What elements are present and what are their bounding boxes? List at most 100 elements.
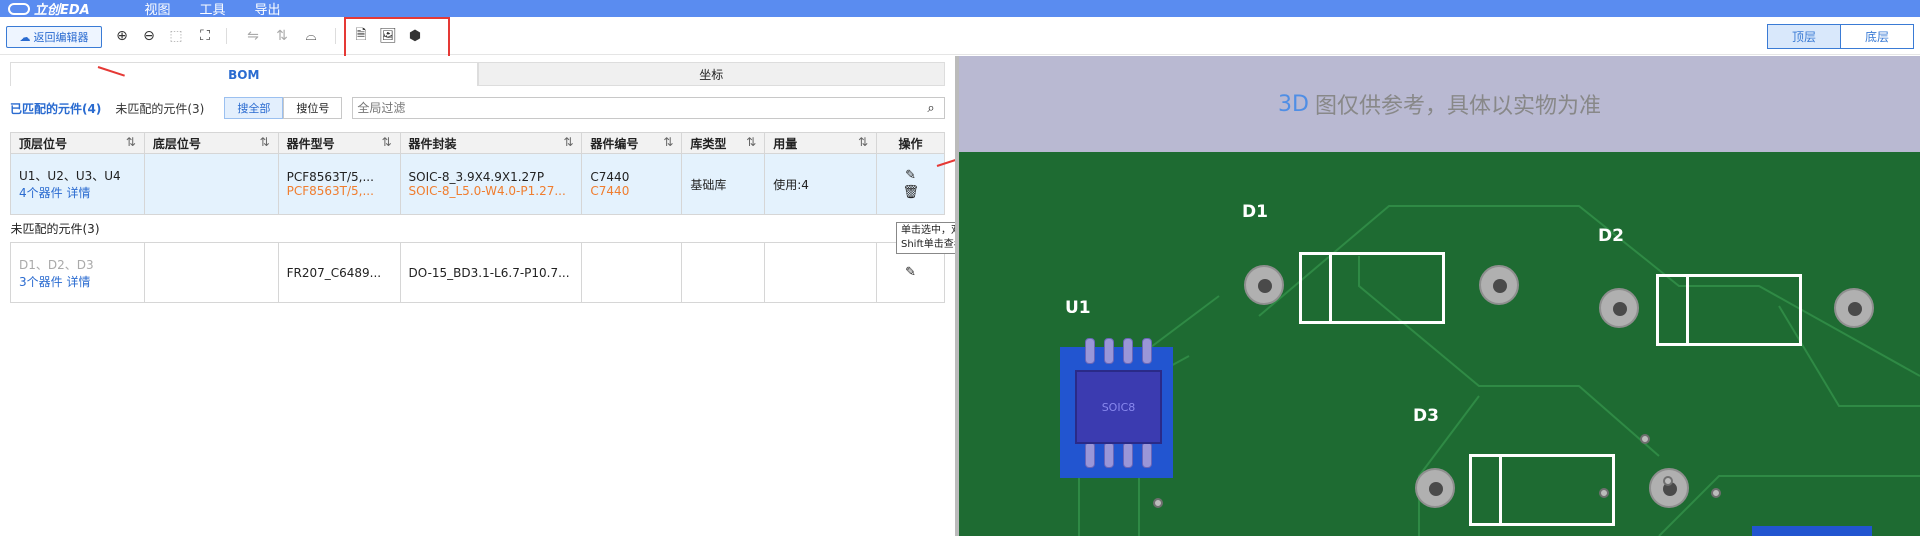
tab-bom[interactable]: BOM [10,62,478,86]
col-top-designator[interactable]: 顶层位号 ⇅ [10,132,145,154]
chip-pin [1123,338,1133,364]
sort-icon[interactable]: ⇅ [563,135,573,149]
sort-icon[interactable]: ⇅ [381,135,391,149]
banner-3d-label: 3D [1278,91,1309,117]
trash-icon[interactable]: 🗑 [903,185,920,200]
detail-link[interactable]: 详情 [66,275,90,289]
panel-tabs: BOM 坐标 [10,62,945,86]
package: DO-15_BD3.1-L6.7-P10.7... [399,242,583,303]
chip-pin [1123,442,1133,468]
package: SOIC-8_3.9X4.9X1.27P [408,170,545,184]
chip-pin [1104,338,1114,364]
part-number: C7440 [590,170,630,184]
detail-link[interactable]: 详情 [66,186,90,200]
sort-icon[interactable]: ⇅ [746,135,756,149]
silk-label-d3: D3 [1413,406,1439,426]
search-designator-button[interactable]: 搜位号 [283,97,343,119]
global-filter: ⌕ [352,97,945,119]
fit-selection-icon[interactable]: ⬚ [167,27,185,45]
sort-icon[interactable]: ⇅ [260,135,270,149]
col-package[interactable]: 器件封装 ⇅ [399,132,583,154]
pad [1479,265,1519,305]
silk-label-d1: D1 [1242,202,1268,222]
edit-icon[interactable]: ✎ [903,265,919,280]
zoom-out-icon[interactable]: ⊖ [140,27,158,45]
reset-view-icon[interactable]: ⌓ [302,27,320,45]
top-layer-button[interactable]: 顶层 [1768,25,1841,48]
top-designator: D1、D2、D3 [19,257,94,272]
via [1711,488,1721,498]
col-actions: 操作 [876,132,945,154]
library-type: 基础库 [681,153,766,215]
table-row[interactable]: D1、D2、D3 3个器件 详情 FR207_C6489... DO-15_BD… [10,242,945,303]
table-header: 顶层位号 ⇅ 底层位号 ⇅ 器件型号 ⇅ 器件封装 ⇅ 器件编号 ⇅ 库类型 ⇅ 用量 ⇅ 操… [10,132,945,154]
bottom-designator [143,153,279,215]
diode-d2-outline [1656,274,1802,346]
chip-pin [1085,338,1095,364]
model: PCF8563T/5,... [286,170,374,184]
menu-view[interactable]: 视图 [130,0,185,18]
chip-pin [1104,442,1114,468]
chip-partial-footprint [1752,526,1872,536]
menu-export[interactable]: 导出 [240,0,295,18]
menu-tools[interactable]: 工具 [185,0,240,18]
flip-horizontal-icon[interactable]: ⇋ [244,27,262,45]
col-model[interactable]: 器件型号 ⇅ [277,132,401,154]
layer-view-toggle: 顶层 底层 [1767,24,1914,49]
matched-filter[interactable]: 已匹配的元件(4) [10,100,101,117]
pad [1834,288,1874,328]
bom-panel: BOM 坐标 已匹配的元件(4) 未匹配的元件(3) 搜全部 搜位号 ⌕ 顶层位… [0,56,955,536]
chip-pin [1142,338,1152,364]
via [1640,434,1650,444]
pad [1649,468,1689,508]
col-part-number[interactable]: 器件编号 ⇅ [581,132,683,154]
diode-d3-outline [1469,454,1615,526]
model-alt: PCF8563T/5,... [286,184,374,198]
toolbar: ☁ 返回编辑器 ⊕ ⊖ ⬚ ⛶ ⇋ ⇅ ⌓ 🗎 🖼 ⬢ 顶层 底层 [0,17,1920,61]
cloud-icon: ☁ [19,30,31,44]
pad [1244,265,1284,305]
menu-bar: 立创EDA 视图 工具 导出 [0,0,1920,18]
app-logo: 立创EDA [0,0,130,18]
via [1663,476,1673,486]
col-bottom-designator[interactable]: 底层位号 ⇅ [143,132,279,154]
silk-label-u1: U1 [1065,298,1091,318]
diode-d1-outline [1299,252,1445,324]
pad [1415,468,1455,508]
back-to-editor-button[interactable]: ☁ 返回编辑器 [6,26,102,48]
section-row: 未匹配的元件(3) [10,214,945,243]
usage: 使用:4 [764,153,878,215]
search-icon[interactable]: ⌕ [922,99,940,117]
filter-bar: 已匹配的元件(4) 未匹配的元件(3) 搜全部 搜位号 ⌕ [10,96,945,120]
via [1153,498,1163,508]
flip-vertical-icon[interactable]: ⇅ [273,27,291,45]
zoom-in-icon[interactable]: ⊕ [113,27,131,45]
top-designator: U1、U2、U3、U4 [19,169,121,183]
sort-icon[interactable]: ⇅ [858,135,868,149]
sort-icon[interactable]: ⇅ [663,135,673,149]
app-name: 立创EDA [34,3,90,18]
col-library-type[interactable]: 库类型 ⇅ [681,132,766,154]
fit-all-icon[interactable]: ⛶ [196,27,214,45]
silk-label-d2: D2 [1598,226,1624,246]
package-alt: SOIC-8_L5.0-W4.0-P1.27... [408,184,566,198]
unmatched-filter[interactable]: 未匹配的元件(3) [115,100,204,117]
cloud-logo-icon [8,2,30,15]
global-filter-input[interactable] [353,101,922,115]
toolbar-divider [335,28,336,44]
bottom-layer-button[interactable]: 底层 [1841,25,1913,48]
banner-text: 图仅供参考，具体以实物为准 [1314,94,1601,119]
via [1599,488,1609,498]
search-all-button[interactable]: 搜全部 [224,97,284,119]
part-number-alt: C7440 [590,184,630,198]
device-count-link[interactable]: 4个器件 [19,186,63,200]
tab-coordinates[interactable]: 坐标 [477,62,945,86]
sort-icon[interactable]: ⇅ [126,135,136,149]
edit-icon[interactable]: ✎ [903,168,919,183]
unmatched-section-label: 未匹配的元件(3) [10,214,945,243]
pad [1599,288,1639,328]
chip-u1-body[interactable]: SOIC8 [1075,370,1162,444]
table-row[interactable]: U1、U2、U3、U4 4个器件 详情 PCF8563T/5,... PCF85… [10,153,945,215]
device-count-link[interactable]: 3个器件 [19,275,63,289]
col-usage[interactable]: 用量 ⇅ [764,132,878,154]
